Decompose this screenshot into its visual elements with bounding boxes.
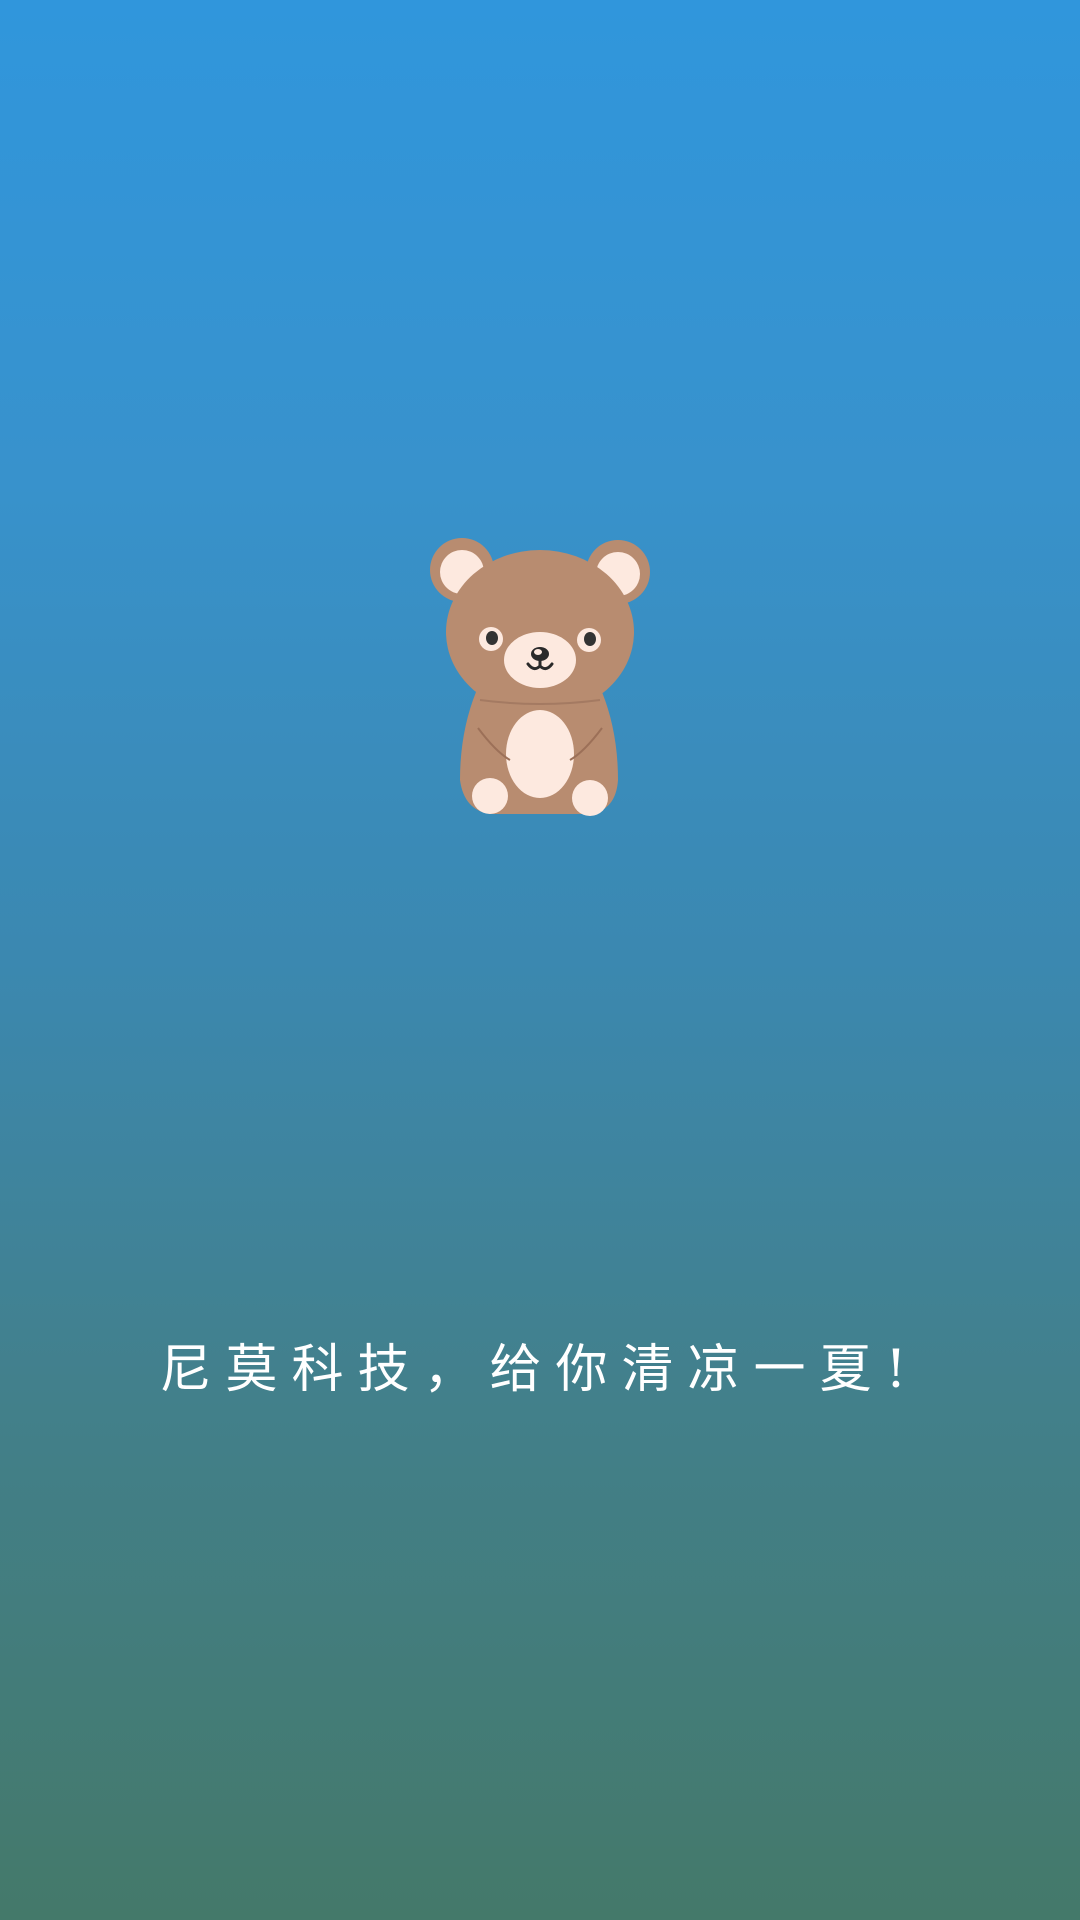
bear-mascot-icon <box>430 538 650 816</box>
splash-screen: 尼莫科技，给你清凉一夏! <box>0 0 1080 1920</box>
slogan-text: 尼莫科技，给你清凉一夏! <box>159 1340 921 1400</box>
